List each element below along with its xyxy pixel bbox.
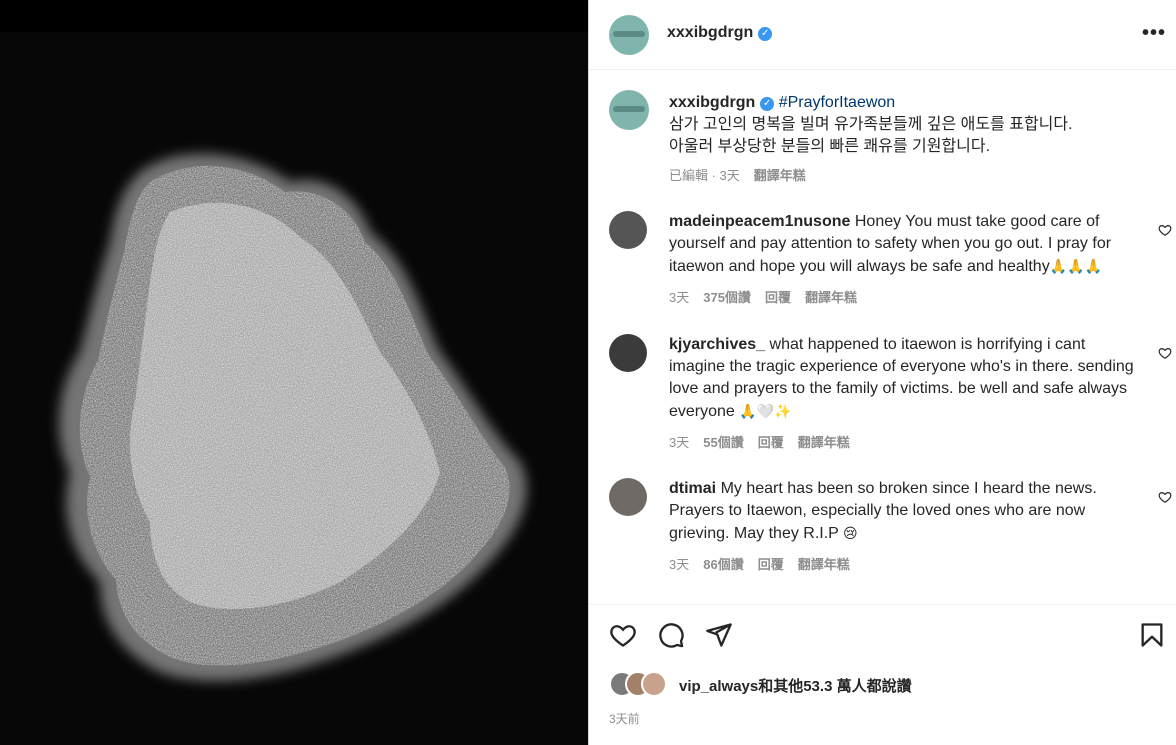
post-image[interactable] — [0, 0, 588, 745]
translate-button[interactable]: 翻譯年糕 — [798, 557, 850, 572]
caption-line-1: 삼가 고인의 명복을 빌며 유가족분들께 깊은 애도를 표합니다. — [669, 116, 1073, 133]
comment-like-heart-icon[interactable] — [1158, 490, 1172, 504]
author-username[interactable]: xxxibgdrgn ✓ — [667, 24, 773, 42]
caption-avatar[interactable] — [609, 90, 649, 130]
likes-text[interactable]: vip_always和其他53.3 萬人都說讚 — [679, 675, 912, 696]
comment-username[interactable]: madeinpeacem1nusone — [669, 213, 850, 230]
reply-button[interactable]: 回覆 — [758, 435, 784, 450]
commenter-avatar[interactable] — [609, 211, 647, 249]
post-date: 3天前 — [609, 712, 640, 726]
translate-button[interactable]: 翻譯年糕 — [798, 435, 850, 450]
comment-likes[interactable]: 55個讚 — [703, 435, 743, 450]
verified-badge-icon: ✓ — [758, 27, 773, 41]
comment-time: 3天 — [669, 557, 690, 572]
comment-username[interactable]: dtimai — [669, 480, 716, 497]
powder-image — [59, 153, 527, 681]
comment-meta: 3天 55個讚 回覆 翻譯年糕 — [669, 432, 864, 451]
post-detail-panel: xxxibgdrgn ✓ ••• xxxibgdrgn ✓ #PrayforItae… — [588, 0, 1176, 745]
comment-meta: 3天 86個讚 回覆 翻譯年糕 — [669, 554, 864, 573]
comment-meta: 3天 375個讚 回覆 翻譯年糕 — [669, 287, 871, 306]
bookmark-icon[interactable] — [1138, 621, 1166, 649]
commenter-avatar[interactable] — [609, 334, 647, 372]
comment-text: madeinpeacem1nusone Honey You must take … — [669, 213, 1112, 275]
heart-icon[interactable] — [609, 621, 637, 649]
commenter-avatar[interactable] — [609, 478, 647, 516]
comment-time: 3天 — [669, 290, 690, 305]
share-icon[interactable] — [705, 621, 733, 649]
comment-username[interactable]: kjyarchives_ — [669, 336, 765, 353]
caption-username[interactable]: xxxibgdrgn — [669, 94, 755, 111]
comment-time: 3天 — [669, 435, 690, 450]
post-header: xxxibgdrgn ✓ ••• — [589, 0, 1176, 70]
reply-button[interactable]: 回覆 — [758, 557, 784, 572]
post-photo — [0, 32, 588, 745]
reply-button[interactable]: 回覆 — [765, 290, 791, 305]
translate-button[interactable]: 翻譯年糕 — [805, 290, 857, 305]
comment-like-heart-icon[interactable] — [1158, 346, 1172, 360]
comment-icon[interactable] — [657, 621, 685, 649]
comment-likes[interactable]: 375個讚 — [703, 290, 751, 305]
comment-like-heart-icon[interactable] — [1158, 223, 1172, 237]
more-options-icon[interactable]: ••• — [1142, 22, 1166, 45]
post-actions: vip_always和其他53.3 萬人都說讚 3天前 — [589, 604, 1176, 745]
caption-edited-time: 已編輯 · 3天 — [669, 168, 740, 183]
liker-avatar — [641, 671, 667, 697]
comments-section: xxxibgdrgn ✓ #PrayforItaewon 삼가 고인의 명복을 빌… — [589, 70, 1176, 604]
caption-line-2: 아울러 부상당한 분들의 빠른 쾌유를 기원합니다. — [669, 138, 991, 155]
comment-text: kjyarchives_ what happened to itaewon is… — [669, 336, 1134, 420]
author-avatar[interactable] — [609, 15, 649, 55]
caption-meta: 已編輯 · 3天 翻譯年糕 — [669, 165, 820, 184]
caption-translate-button[interactable]: 翻譯年糕 — [754, 168, 806, 183]
verified-badge-icon: ✓ — [760, 97, 775, 111]
comment-likes[interactable]: 86個讚 — [703, 557, 743, 572]
hashtag-link[interactable]: #PrayforItaewon — [779, 94, 896, 111]
caption-text: xxxibgdrgn ✓ #PrayforItaewon 삼가 고인의 명복을 빌… — [669, 92, 1139, 158]
comment-text: dtimai My heart has been so broken since… — [669, 480, 1097, 542]
